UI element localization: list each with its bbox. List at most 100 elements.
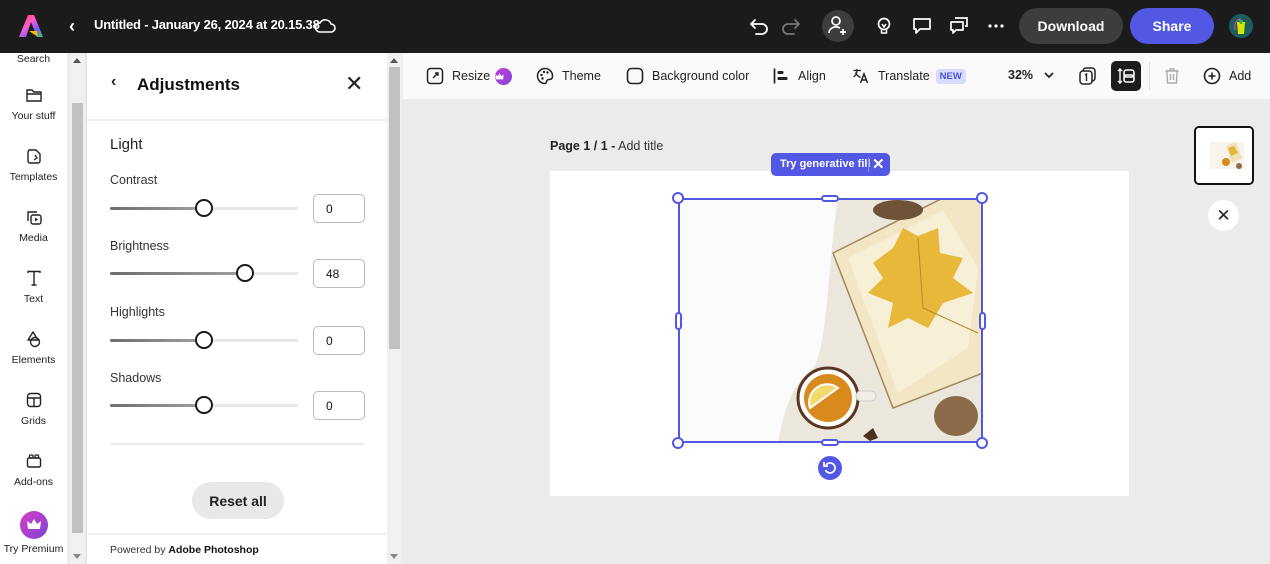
translate-label: Translate [878,69,930,83]
resize-button[interactable]: Resize [426,66,513,86]
resize-handle-bottom-left[interactable] [672,437,684,449]
canvas-toolbar: Resize Theme Background color Align Tran… [403,53,1270,99]
rail-item-elements[interactable]: Elements [0,330,67,366]
resize-handle-bottom[interactable] [821,439,839,446]
translate-button[interactable]: Translate NEW [852,66,966,86]
rail-item-templates[interactable]: Templates [0,147,67,183]
highlights-slider[interactable] [110,331,298,349]
shadows-input[interactable] [313,391,365,420]
zoom-level[interactable]: 32% [1008,68,1033,82]
back-icon[interactable]: ‹ [62,15,82,37]
comments-icon[interactable] [947,14,971,38]
rail-item-add-ons[interactable]: Add-ons [0,452,67,488]
share-button[interactable]: Share [1130,8,1214,44]
scrollbar-thumb[interactable] [72,103,83,533]
rail-item-label: Grids [20,415,47,427]
shadows-slider[interactable] [110,396,298,414]
theme-button[interactable]: Theme [536,66,601,86]
generative-fill-chip[interactable]: Try generative fill ✕ [771,153,890,176]
add-label: Add [1229,69,1252,83]
redo-icon[interactable] [779,14,803,38]
scroll-down-icon[interactable] [73,554,81,559]
page-thumbnail[interactable] [1194,126,1254,185]
top-bar: ‹ Untitled - January 26, 2024 at 20.15.3… [0,0,1270,53]
grid-icon [26,392,41,408]
align-icon [773,68,788,84]
adobe-express-logo[interactable] [18,13,44,39]
align-button[interactable]: Align [772,66,826,86]
resize-handle-right[interactable] [979,312,986,330]
trash-icon[interactable] [1163,67,1181,85]
slider-thumb[interactable] [236,264,255,282]
rail-item-label: Try Premium [3,543,64,555]
left-rail: Search Your stuff Templates Media Text E… [0,53,67,564]
lightbulb-icon[interactable] [872,14,896,38]
reset-all-button[interactable]: Reset all [192,482,284,519]
background-color-button[interactable]: Background color [626,66,749,86]
rail-item-grids[interactable]: Grids [0,391,67,427]
scroll-down-icon[interactable] [390,554,398,559]
text-icon [26,270,41,286]
download-button[interactable]: Download [1019,8,1123,44]
rail-item-text[interactable]: Text [0,269,67,305]
contrast-label: Contrast [110,173,158,187]
page-thumbnail-image [1196,128,1252,183]
close-icon[interactable]: ✕ [345,71,363,97]
scrollbar-thumb[interactable] [389,67,400,349]
layers-button[interactable] [1111,61,1141,91]
invite-collaborator-button[interactable] [822,10,854,42]
premium-crown-icon [495,67,513,85]
undo-icon[interactable] [747,14,771,38]
resize-handle-top-right[interactable] [976,192,988,204]
close-icon[interactable]: ✕ [872,155,885,173]
rotate-handle[interactable] [818,456,842,480]
slider-fill [110,404,204,407]
generative-fill-label[interactable]: Try generative fill [780,158,870,170]
resize-handle-left[interactable] [675,312,682,330]
resize-handle-bottom-right[interactable] [976,437,988,449]
rail-item-your-stuff[interactable]: Your stuff [0,86,67,122]
new-badge: NEW [935,68,966,84]
translate-icon [853,69,869,84]
rail-item-label: Text [23,293,44,305]
more-icon[interactable] [984,14,1008,38]
powered-by: Powered by Adobe Photoshop [87,533,388,564]
shapes-icon [26,331,40,348]
left-rail-scrollbar[interactable] [70,53,85,564]
toolbar-separator [1149,62,1150,90]
rail-item-search[interactable]: Search [0,53,67,65]
comment-icon[interactable] [910,14,934,38]
templates-icon [26,149,41,164]
rail-item-media[interactable]: Media [0,208,67,244]
scroll-up-icon[interactable] [390,58,398,63]
powered-by-brand: Adobe Photoshop [168,544,259,556]
avatar[interactable] [1229,14,1253,38]
pages-icon[interactable] [1078,66,1098,86]
resize-handle-top-left[interactable] [672,192,684,204]
brightness-input[interactable] [313,259,365,288]
document-title[interactable]: Untitled - January 26, 2024 at 20.15.38 [94,17,320,32]
scroll-up-icon[interactable] [73,58,81,63]
layers-icon [1117,68,1135,84]
resize-label: Resize [452,69,491,83]
media-icon [26,211,42,225]
rail-item-try-premium[interactable]: Try Premium [0,511,67,555]
add-title-link[interactable]: Add title [618,139,663,153]
contrast-input[interactable] [313,194,365,223]
chevron-down-icon[interactable] [1043,65,1055,85]
close-icon[interactable]: ✕ [1208,200,1239,231]
cloud-icon[interactable] [314,16,336,36]
contrast-slider[interactable] [110,199,298,217]
slider-thumb[interactable] [195,331,213,349]
highlights-input[interactable] [313,326,365,355]
add-button[interactable]: Add [1203,66,1251,86]
slider-thumb[interactable] [195,199,213,217]
brightness-slider[interactable] [110,264,298,282]
avatar-image-icon [1234,18,1245,34]
panel-scrollbar[interactable] [387,53,402,564]
folder-icon [25,89,42,102]
back-chevron-icon[interactable]: ‹ [111,73,116,91]
plus-circle-icon [1203,67,1221,85]
slider-thumb[interactable] [195,396,213,414]
resize-handle-top[interactable] [821,195,839,202]
